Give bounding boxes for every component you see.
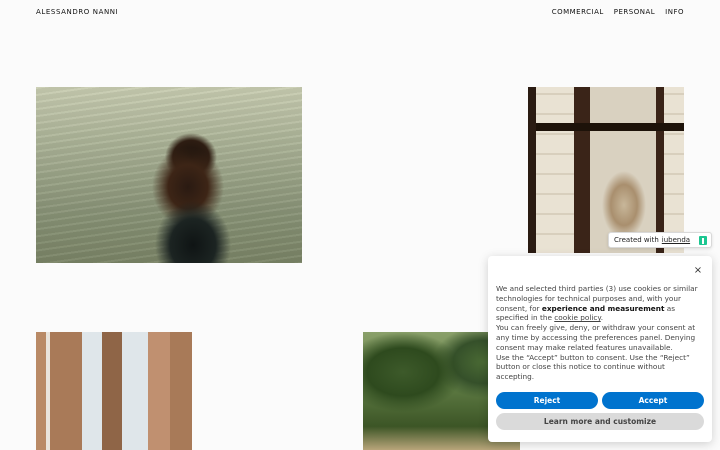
cookie-notice-paragraph-1: We and selected third parties (3) use co… [496, 284, 704, 323]
cookie-policy-link[interactable]: cookie policy [554, 313, 600, 322]
accept-button[interactable]: Accept [602, 392, 704, 409]
iubenda-badge[interactable]: Created with iubenda [608, 232, 712, 248]
site-name[interactable]: ALESSANDRO NANNI [36, 8, 118, 16]
reject-button[interactable]: Reject [496, 392, 598, 409]
nav-item-commercial[interactable]: COMMERCIAL [552, 8, 604, 16]
learn-more-customize-button[interactable]: Learn more and customize [496, 413, 704, 430]
gallery-photo-boy-in-water[interactable] [36, 87, 302, 263]
iubenda-logo-icon [699, 236, 707, 245]
main-nav: COMMERCIAL PERSONAL INFO [552, 8, 684, 16]
cookie-notice-paragraph-2: You can freely give, deny, or withdraw y… [496, 323, 696, 352]
cookie-notice-paragraph-3: Use the “Accept” button to consent. Use … [496, 352, 690, 382]
cookie-text-emphasis: experience and measurement [541, 303, 665, 313]
cookie-text-part: . [600, 313, 604, 323]
cookie-notice-text: We and selected third parties (3) use co… [496, 284, 704, 382]
cookie-consent-banner: × We and selected third parties (3) use … [488, 256, 712, 442]
gallery-photo-doorway-interior[interactable] [528, 87, 684, 253]
gallery-photo-brick-columns[interactable] [36, 332, 192, 450]
iubenda-badge-prefix: Created with [614, 236, 659, 244]
close-icon[interactable]: × [692, 265, 704, 277]
nav-item-personal[interactable]: PERSONAL [614, 8, 655, 16]
nav-item-info[interactable]: INFO [665, 8, 684, 16]
iubenda-badge-brand[interactable]: iubenda [662, 236, 690, 244]
